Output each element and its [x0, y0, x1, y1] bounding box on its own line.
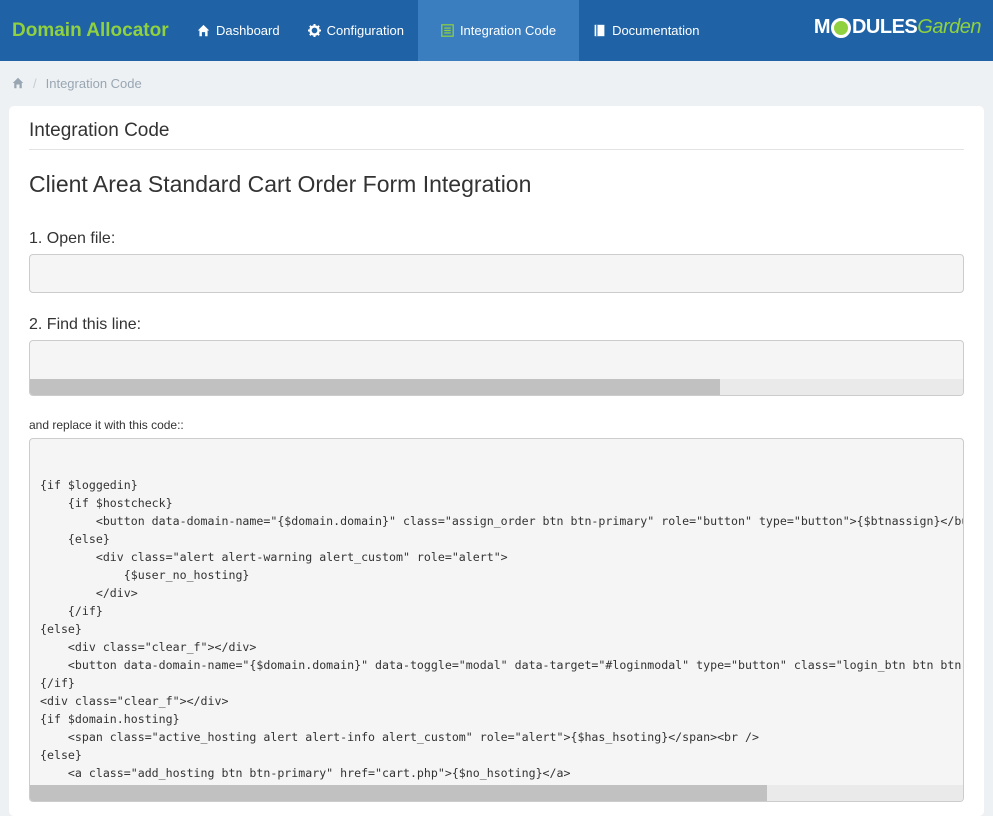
section-title: Client Area Standard Cart Order Form Int… [29, 171, 532, 197]
file-path-text: /templates/orderforms/standard_cart/conf… [30, 283, 963, 292]
book-icon [594, 24, 605, 37]
top-navbar: Domain Allocator Dashboard Configuration… [0, 0, 993, 61]
replace-code[interactable]: {if $loggedin} {if $hostcheck} <button d… [29, 438, 964, 802]
scrollbar-thumb[interactable] [30, 379, 721, 395]
find-line-code[interactable]: {if $domain.hosting}<span style="color:#… [29, 340, 964, 396]
nav-dashboard-label: Dashboard [216, 23, 280, 38]
logo-text-m: M [813, 16, 831, 38]
breadcrumb-separator: / [33, 75, 37, 91]
find-line-scrollbar[interactable] [30, 379, 963, 395]
home-icon[interactable] [12, 77, 24, 89]
scrollbar-thumb[interactable] [30, 785, 768, 801]
nav-configuration-label: Configuration [326, 23, 404, 38]
nav-configuration[interactable]: Configuration [294, 0, 418, 61]
step2-label: 2. Find this line: [29, 316, 142, 333]
nav-documentation-label: Documentation [612, 23, 700, 38]
gear-icon [307, 24, 321, 37]
logo-o-icon [830, 17, 851, 38]
modulesgarden-logo[interactable]: M DULES Garden [813, 16, 982, 39]
step1-label: 1. Open file: [29, 230, 116, 247]
replace-label: and replace it with this code:: [29, 418, 184, 432]
integration-panel: Integration Code Client Area Standard Ca… [9, 106, 984, 816]
home-icon [197, 24, 210, 37]
brand-title[interactable]: Domain Allocator [0, 0, 183, 61]
breadcrumb-current: Integration Code [45, 75, 142, 91]
replace-code-scrollbar[interactable] [30, 785, 963, 801]
nav-dashboard[interactable]: Dashboard [183, 0, 294, 61]
breadcrumb: / Integration Code [0, 61, 993, 105]
file-path-code[interactable]: /templates/orderforms/standard_cart/conf… [29, 254, 964, 293]
logo-text-dules: DULES [851, 16, 918, 38]
panel-title: Integration Code [29, 120, 964, 150]
replace-code-text: {if $loggedin} {if $hostcheck} <button d… [40, 478, 963, 798]
nav-integration-code-label: Integration Code [459, 23, 557, 38]
nav-integration-code[interactable]: Integration Code [417, 0, 580, 61]
list-icon [441, 24, 454, 37]
logo-text-garden: Garden [917, 16, 981, 38]
nav-documentation[interactable]: Documentation [579, 0, 713, 61]
